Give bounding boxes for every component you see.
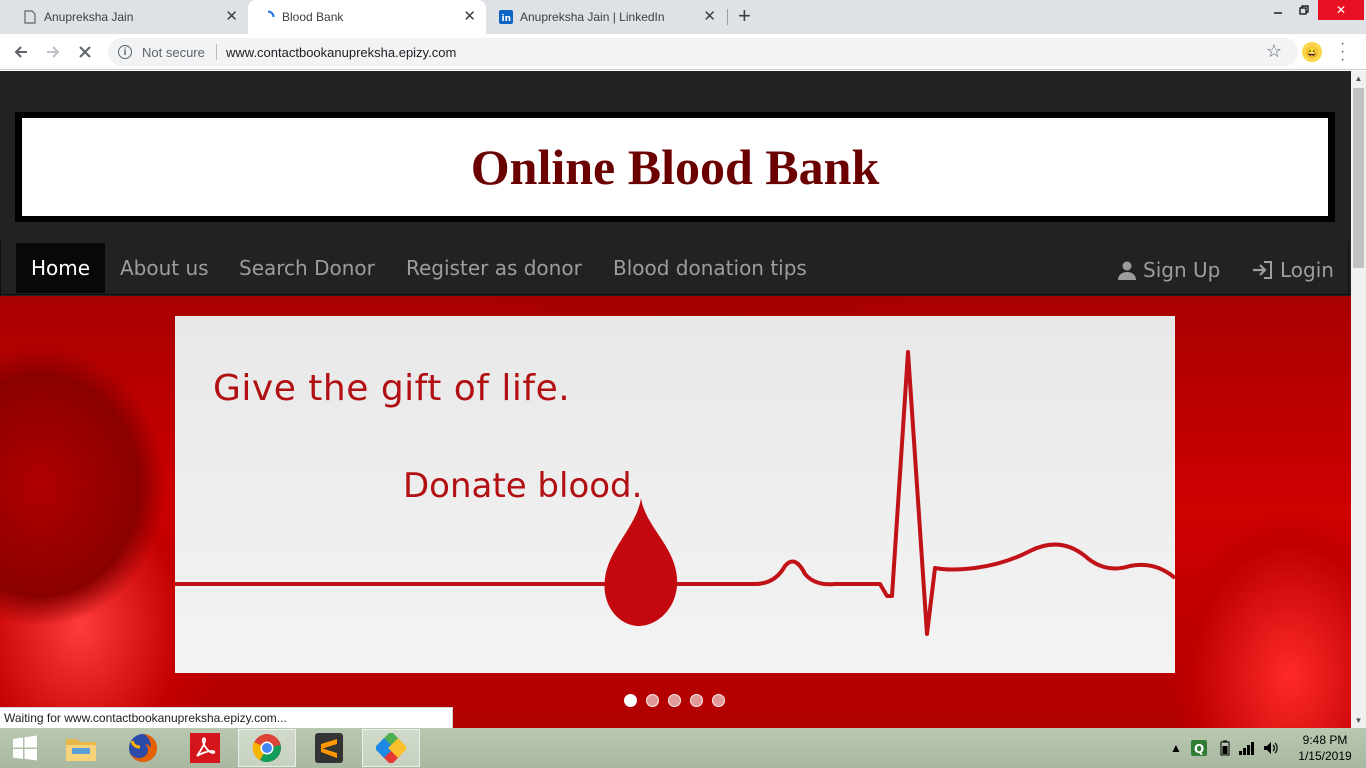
nav-sign-up[interactable]: Sign Up	[1117, 245, 1220, 295]
file-explorer-icon[interactable]	[52, 729, 110, 767]
scroll-down-icon[interactable]: ▼	[1351, 713, 1366, 728]
scroll-thumb[interactable]	[1353, 88, 1364, 268]
loading-spinner-icon	[260, 9, 276, 25]
system-clock[interactable]: 9:48 PM 1/15/2019	[1290, 732, 1360, 764]
scroll-up-icon[interactable]: ▲	[1351, 71, 1366, 86]
tab-title: Anupreksha Jain | LinkedIn	[520, 10, 665, 24]
back-icon[interactable]	[11, 42, 31, 62]
tab-linkedin[interactable]: in Anupreksha Jain | LinkedIn ✕	[486, 0, 726, 34]
loading-status: Waiting for www.contactbookanupreksha.ep…	[0, 707, 453, 728]
nav-login[interactable]: Login	[1252, 245, 1334, 295]
tab-blood-bank[interactable]: Blood Bank ✕	[248, 0, 486, 34]
minimize-icon[interactable]	[1266, 0, 1290, 20]
page-scrollbar[interactable]: ▲ ▼	[1351, 71, 1366, 728]
firefox-icon[interactable]	[114, 729, 172, 767]
address-separator	[216, 44, 217, 60]
show-hidden-icons[interactable]: ▲	[1170, 728, 1182, 768]
slide-subline: Donate blood.	[403, 466, 643, 506]
network-signal-icon[interactable]	[1239, 728, 1257, 768]
svg-text:in: in	[502, 14, 512, 24]
tray-app-icon[interactable]: Q	[1191, 728, 1207, 768]
carousel-indicators	[624, 694, 725, 707]
page-icon	[22, 9, 38, 25]
nav-home[interactable]: Home	[16, 243, 106, 293]
page-viewport: Online Blood Bank Home About us Search D…	[0, 71, 1351, 728]
xampp-app-icon[interactable]	[362, 729, 420, 767]
profile-avatar-icon[interactable]: 😄	[1302, 42, 1322, 62]
carousel-slide[interactable]: Give the gift of life. Donate blood.	[175, 316, 1175, 673]
bookmark-star-icon[interactable]: ☆	[1266, 41, 1282, 62]
stop-loading-icon[interactable]	[75, 42, 95, 62]
acrobat-reader-icon[interactable]	[176, 729, 234, 767]
slide-headline: Give the gift of life.	[213, 368, 571, 409]
site-banner: Online Blood Bank	[15, 112, 1335, 222]
forward-icon[interactable]	[43, 42, 63, 62]
sublime-text-icon[interactable]	[300, 729, 358, 767]
svg-text:Q: Q	[1194, 742, 1204, 756]
carousel-dot[interactable]	[668, 694, 681, 707]
carousel-dot[interactable]	[712, 694, 725, 707]
address-bar[interactable]: i Not secure www.contactbookanupreksha.e…	[108, 38, 1298, 66]
tab-title: Anupreksha Jain	[44, 10, 134, 24]
tab-separator	[727, 9, 728, 25]
tab-anupreksha-jain[interactable]: Anupreksha Jain ✕	[0, 0, 248, 34]
tab-title: Blood Bank	[282, 10, 344, 24]
close-tab-icon[interactable]: ✕	[463, 9, 476, 25]
carousel-dot[interactable]	[624, 694, 637, 707]
volume-icon[interactable]	[1263, 728, 1279, 768]
nav-about[interactable]: About us	[120, 243, 209, 293]
browser-menu-icon[interactable]: · · ·	[1340, 36, 1345, 68]
windows-taskbar: ▲ Q 9:48 PM 1/15/2019	[0, 728, 1366, 768]
start-button[interactable]	[0, 729, 50, 767]
clock-time: 9:48 PM	[1302, 733, 1348, 747]
carousel-dot[interactable]	[646, 694, 659, 707]
main-navbar: Home About us Search Donor Register as d…	[0, 241, 1349, 295]
close-tab-icon[interactable]: ✕	[225, 9, 238, 25]
browser-toolbar: i Not secure www.contactbookanupreksha.e…	[0, 34, 1366, 70]
restore-icon[interactable]	[1292, 0, 1316, 20]
close-tab-icon[interactable]: ✕	[703, 9, 716, 25]
security-label: Not secure	[142, 45, 205, 60]
login-icon	[1252, 260, 1274, 280]
site-title: Online Blood Bank	[470, 139, 880, 195]
close-window-icon[interactable]: ✕	[1318, 0, 1364, 20]
banner-inner: Online Blood Bank	[22, 118, 1328, 216]
user-icon	[1117, 260, 1137, 280]
sign-up-label: Sign Up	[1143, 258, 1221, 282]
battery-icon[interactable]	[1220, 728, 1230, 768]
info-icon[interactable]: i	[118, 45, 132, 59]
windows-logo-icon	[13, 735, 37, 761]
login-label: Login	[1280, 258, 1334, 282]
nav-donation-tips[interactable]: Blood donation tips	[613, 243, 807, 293]
carousel-dot[interactable]	[690, 694, 703, 707]
url-text[interactable]: www.contactbookanupreksha.epizy.com	[226, 45, 456, 60]
new-tab-icon[interactable]: +	[738, 5, 751, 27]
linkedin-icon: in	[498, 9, 514, 25]
clock-date: 1/15/2019	[1298, 749, 1352, 763]
browser-tab-strip: Anupreksha Jain ✕ Blood Bank ✕ in Anupre…	[0, 0, 1366, 34]
chrome-icon[interactable]	[238, 729, 296, 767]
nav-register-donor[interactable]: Register as donor	[406, 243, 582, 293]
nav-search-donor[interactable]: Search Donor	[239, 243, 375, 293]
hero-carousel: Give the gift of life. Donate blood.	[0, 296, 1351, 728]
